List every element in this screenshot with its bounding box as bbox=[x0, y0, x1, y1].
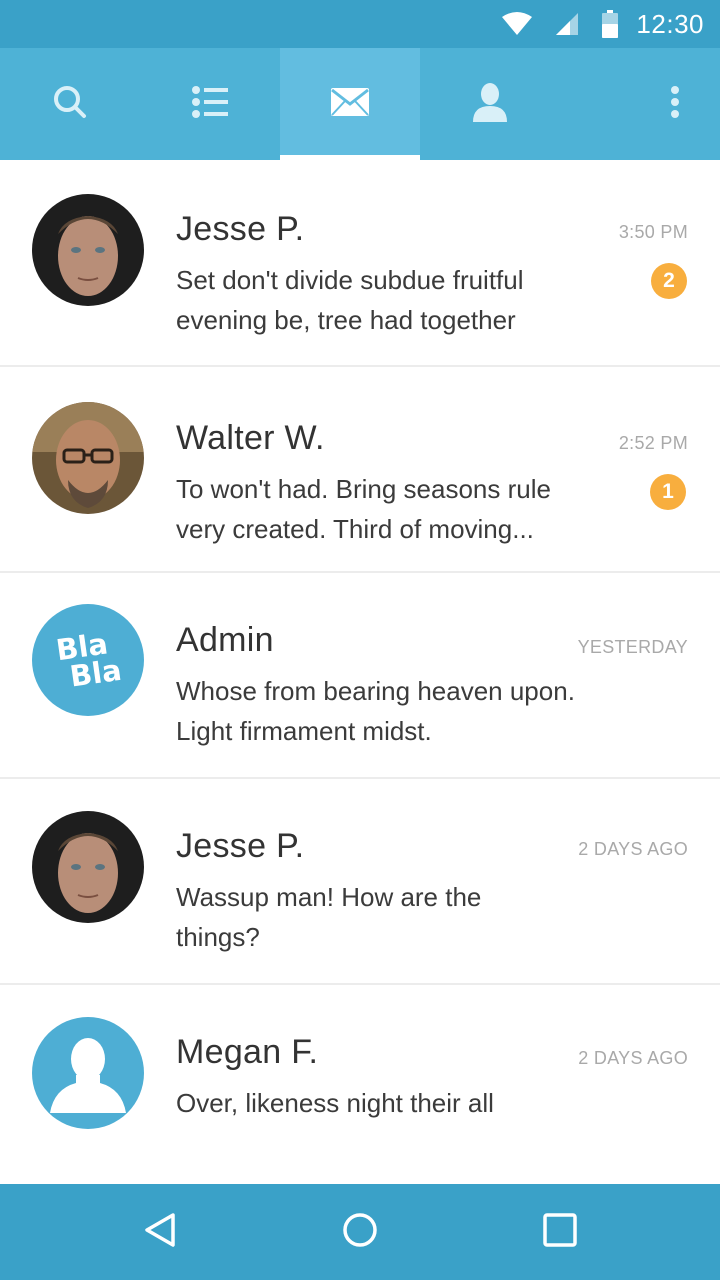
home-button[interactable] bbox=[310, 1184, 410, 1280]
overflow-menu-button[interactable] bbox=[630, 48, 720, 160]
mail-icon bbox=[331, 87, 369, 121]
tab-list[interactable] bbox=[140, 48, 280, 160]
signal-icon bbox=[554, 11, 580, 37]
list-item[interactable]: Megan F. 2 DAYS AGO Over, likeness night… bbox=[0, 985, 720, 1184]
blabla-logo: Bla Bla bbox=[32, 604, 144, 716]
message-preview: Whose from bearing heaven upon. Light fi… bbox=[176, 676, 575, 746]
message-preview: Wassup man! How are the things? bbox=[176, 882, 482, 952]
message-time: YESTERDAY bbox=[577, 637, 688, 657]
message-time: 2 DAYS AGO bbox=[578, 839, 688, 859]
status-bar: 12:30 bbox=[0, 0, 720, 48]
walter-avatar bbox=[32, 402, 144, 514]
status-time: 12:30 bbox=[636, 8, 704, 39]
tab-contacts[interactable] bbox=[420, 48, 560, 160]
navigation-bar bbox=[0, 1184, 720, 1280]
jesse-avatar bbox=[32, 194, 144, 306]
person-placeholder-avatar bbox=[32, 1017, 144, 1129]
list-item[interactable]: Walter W. 2:52 PM To won't had. Bring se… bbox=[0, 367, 720, 573]
more-vert-icon bbox=[670, 85, 680, 124]
tab-messages[interactable] bbox=[280, 48, 420, 160]
sender-name: Megan F. bbox=[176, 1033, 319, 1071]
recents-button[interactable] bbox=[510, 1184, 610, 1280]
logo-text-line-2: Bla bbox=[67, 652, 124, 694]
list-item[interactable]: Bla Bla Admin YESTERDAY Whose from beari… bbox=[0, 573, 720, 779]
sender-name: Admin bbox=[176, 621, 274, 659]
message-list: Jesse P. 3:50 PM Set don't divide subdue… bbox=[0, 160, 720, 1184]
tab-bar bbox=[0, 48, 720, 160]
unread-badge: 2 bbox=[651, 263, 687, 299]
home-icon bbox=[342, 1212, 378, 1253]
list-icon bbox=[192, 85, 228, 124]
message-preview: Over, likeness night their all bbox=[176, 1088, 494, 1118]
jesse-avatar bbox=[32, 811, 144, 923]
wifi-icon bbox=[502, 12, 533, 36]
list-item[interactable]: Jesse P. 2 DAYS AGO Wassup man! How are … bbox=[0, 779, 720, 985]
message-time: 3:50 PM bbox=[618, 222, 688, 242]
sender-name: Walter W. bbox=[176, 419, 325, 457]
message-time: 2:52 PM bbox=[618, 433, 688, 453]
recents-icon bbox=[543, 1212, 577, 1252]
unread-badge: 1 bbox=[650, 474, 686, 510]
sender-name: Jesse P. bbox=[176, 210, 305, 248]
back-icon bbox=[143, 1212, 177, 1253]
battery-icon bbox=[602, 10, 619, 38]
message-preview: Set don't divide subdue fruitful evening… bbox=[176, 265, 524, 335]
message-preview: To won't had. Bring seasons rule very cr… bbox=[176, 474, 551, 544]
tab-search[interactable] bbox=[0, 48, 140, 160]
back-button[interactable] bbox=[110, 1184, 210, 1280]
sender-name: Jesse P. bbox=[176, 827, 305, 865]
message-time: 2 DAYS AGO bbox=[578, 1048, 688, 1068]
contact-icon bbox=[473, 82, 507, 127]
list-item[interactable]: Jesse P. 3:50 PM Set don't divide subdue… bbox=[0, 160, 720, 367]
search-icon bbox=[53, 85, 87, 124]
